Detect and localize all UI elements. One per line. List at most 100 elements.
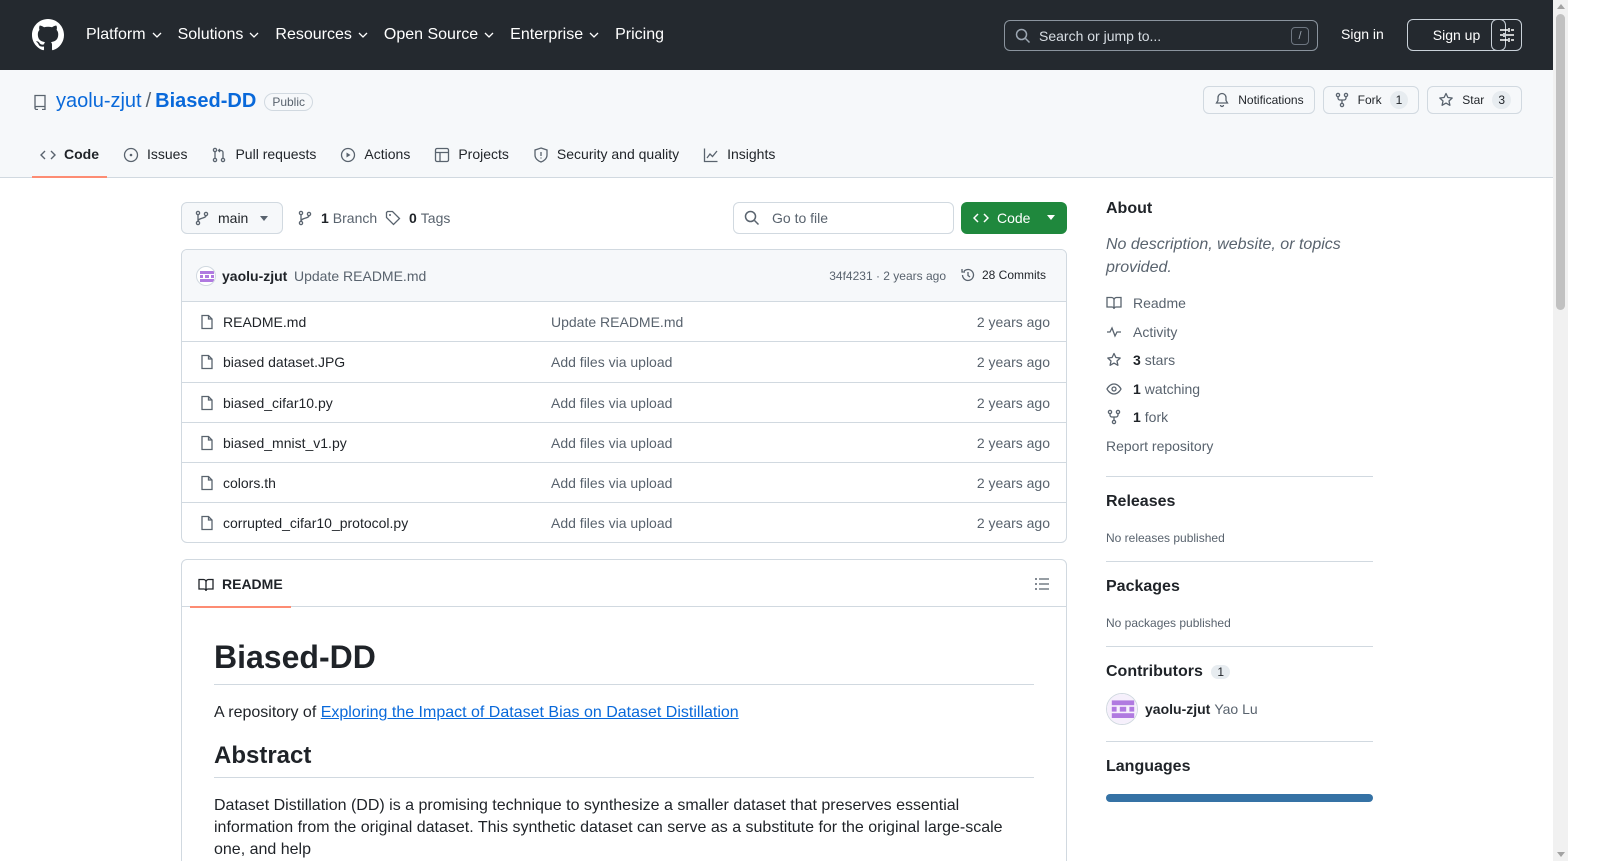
nav-solutions[interactable]: Solutions [178, 26, 260, 44]
file-commit-message[interactable]: Add files via upload [551, 515, 672, 531]
nav-platform[interactable]: Platform [86, 26, 162, 44]
list-unordered-icon[interactable] [1034, 576, 1050, 592]
tab-actions[interactable]: Actions [332, 140, 418, 178]
table-row: colors.th Add files via upload 2 years a… [182, 463, 1066, 504]
tab-security[interactable]: Security and quality [525, 140, 687, 178]
abstract-heading: Abstract [214, 742, 1034, 778]
chevron-down-icon [249, 32, 259, 38]
contributor-name: Yao Lu [1214, 701, 1258, 717]
file-name-link[interactable]: biased_mnist_v1.py [223, 435, 347, 451]
contributor-item[interactable]: yaolu-zjut Yao Lu [1106, 693, 1373, 725]
page-scrollbar[interactable] [1553, 0, 1568, 861]
git-branch-icon [298, 210, 312, 226]
forks-link[interactable]: 1 fork [1106, 403, 1373, 432]
table-icon [435, 147, 450, 163]
file-age: 2 years ago [976, 475, 1050, 492]
readme-title: Biased-DD [214, 639, 1034, 685]
search-placeholder: Search or jump to... [1039, 27, 1162, 44]
visibility-badge: Public [264, 92, 313, 111]
file-commit-message[interactable]: Add files via upload [551, 475, 672, 491]
readme-tab[interactable]: README [190, 560, 291, 608]
activity-link[interactable]: Activity [1106, 318, 1373, 347]
github-logo-icon[interactable] [32, 19, 64, 51]
sliders-icon [1499, 28, 1514, 42]
packages-empty-text: No packages published [1106, 616, 1231, 630]
stars-link[interactable]: 3 stars [1106, 346, 1373, 375]
scrollbar-thumb[interactable] [1556, 14, 1565, 310]
tags-link[interactable]: 0 Tags [385, 210, 450, 226]
tab-code[interactable]: Code [32, 140, 107, 178]
repo-tabs: Code Issues Pull requests Actions Projec… [32, 140, 791, 178]
nav-open-source[interactable]: Open Source [384, 26, 494, 44]
readme-intro: A repository of Exploring the Impact of … [214, 704, 739, 721]
watchers-link[interactable]: 1 watching [1106, 375, 1373, 404]
chevron-down-icon [152, 32, 162, 38]
repo-path-separator: / [145, 90, 152, 112]
file-name-link[interactable]: colors.th [223, 475, 276, 491]
search-shortcut-hint: / [1291, 27, 1309, 45]
fork-button[interactable]: Fork 1 [1322, 86, 1420, 114]
repo-owner-link[interactable]: yaolu-zjut [56, 90, 142, 113]
paper-link[interactable]: Exploring the Impact of Dataset Bias on … [321, 704, 739, 721]
tab-projects[interactable]: Projects [426, 140, 517, 178]
file-name-link[interactable]: corrupted_cifar10_protocol.py [223, 515, 408, 531]
branches-link[interactable]: 1 Branch [297, 210, 377, 226]
file-name-link[interactable]: biased_cifar10.py [223, 395, 333, 411]
global-nav: Platform Solutions Resources Open Source… [86, 0, 680, 70]
file-commit-message[interactable]: Add files via upload [551, 435, 672, 451]
chevron-down-icon [358, 32, 368, 38]
go-to-file-input[interactable]: Go to file [733, 202, 954, 234]
scroll-down-arrow[interactable] [1557, 852, 1565, 857]
about-links: Readme Activity 3 stars 1 watching 1 fork R… [1106, 289, 1373, 460]
contributors-heading[interactable]: Contributors 1 [1106, 663, 1373, 681]
file-commit-message[interactable]: Add files via upload [551, 354, 672, 370]
commit-message-link[interactable]: Update README.md [294, 268, 426, 284]
notifications-button[interactable]: Notifications [1203, 86, 1315, 114]
search-icon [744, 210, 760, 226]
report-repository-link[interactable]: Report repository [1106, 432, 1373, 461]
scroll-up-arrow[interactable] [1557, 4, 1565, 9]
chevron-down-icon [589, 32, 599, 38]
tab-pull-requests[interactable]: Pull requests [203, 140, 324, 178]
book-icon [198, 578, 214, 592]
nav-enterprise[interactable]: Enterprise [510, 26, 599, 44]
bell-icon [1215, 92, 1229, 108]
packages-heading[interactable]: Packages [1106, 578, 1373, 596]
file-commit-message[interactable]: Add files via upload [551, 395, 672, 411]
tab-insights[interactable]: Insights [695, 140, 783, 178]
file-navigation: main 1 Branch 0 Tags Go to file Code [181, 202, 1067, 234]
repo-name-link[interactable]: Biased-DD [155, 90, 256, 113]
branch-select-button[interactable]: main [181, 202, 283, 234]
avatar[interactable] [196, 266, 216, 286]
star-button[interactable]: Star 3 [1427, 86, 1522, 114]
readme-link[interactable]: Readme [1106, 289, 1373, 318]
play-icon [341, 147, 356, 163]
table-row: biased dataset.JPG Add files via upload … [182, 342, 1066, 383]
sign-in-link[interactable]: Sign in [1341, 26, 1384, 42]
git-pull-request-icon [213, 147, 226, 163]
book-icon [1106, 297, 1122, 310]
code-dropdown-button[interactable]: Code [961, 202, 1067, 234]
file-name-link[interactable]: README.md [223, 314, 306, 330]
releases-heading[interactable]: Releases [1106, 493, 1373, 511]
nav-pricing[interactable]: Pricing [615, 26, 664, 44]
commits-history-link[interactable]: 28 Commits [960, 267, 1046, 283]
about-heading: About [1106, 200, 1153, 217]
file-icon [201, 314, 213, 330]
file-name-link[interactable]: biased dataset.JPG [223, 354, 345, 370]
commit-hash-time[interactable]: 34f4231 · 2 years ago [829, 269, 946, 283]
nav-resources[interactable]: Resources [275, 26, 368, 44]
pulse-icon [1107, 326, 1121, 338]
menu-button[interactable] [1491, 19, 1522, 51]
readme-content: Biased-DD A repository of Exploring the … [182, 639, 1066, 861]
repo-icon [34, 94, 46, 110]
search-input[interactable]: Search or jump to... / [1004, 20, 1318, 51]
file-age: 2 years ago [976, 394, 1050, 411]
commit-author-link[interactable]: yaolu-zjut [222, 268, 287, 284]
repo-actions: Notifications Fork 1 Star 3 [1195, 86, 1522, 114]
fork-count: 1 [1389, 91, 1409, 109]
file-commit-message[interactable]: Update README.md [551, 314, 683, 330]
file-icon [201, 476, 213, 491]
tab-issues[interactable]: Issues [115, 140, 195, 178]
latest-commit-bar: yaolu-zjut Update README.md 34f4231 · 2 … [182, 250, 1066, 302]
